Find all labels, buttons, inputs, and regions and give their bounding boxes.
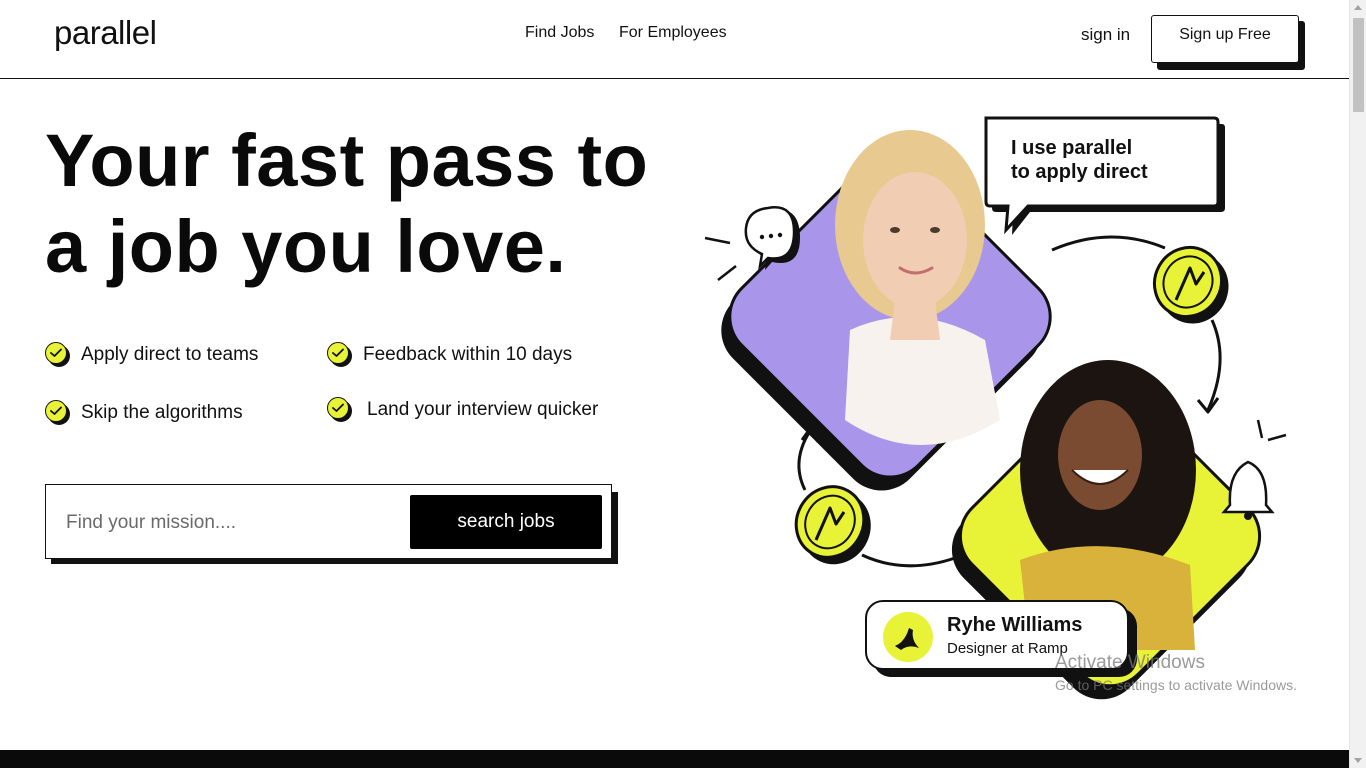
search-input[interactable]	[66, 510, 396, 536]
feature-label: Apply direct to teams	[81, 344, 259, 365]
check-icon	[327, 342, 353, 368]
feature-item: Feedback within 10 days	[327, 342, 572, 368]
search-box: search jobs	[45, 484, 612, 559]
job-search-form: search jobs	[45, 484, 619, 565]
check-icon	[45, 400, 71, 426]
cycle-arrow-icon	[1206, 319, 1222, 411]
scroll-up-arrow-icon[interactable]	[1354, 5, 1362, 10]
bell-icon	[1221, 419, 1287, 520]
page-scrollbar[interactable]	[1349, 0, 1366, 768]
hero-title-line-2: a job you love.	[45, 205, 567, 288]
feature-item: Skip the algorithms	[45, 400, 243, 426]
windows-activation-watermark: Activate Windows Go to PC settings to ac…	[1055, 652, 1297, 693]
arrow-head	[1196, 397, 1220, 414]
sign-up-button[interactable]: Sign up Free	[1151, 15, 1299, 63]
speech-bubble-line-1: I use parallel	[1011, 137, 1133, 159]
neck	[890, 300, 940, 340]
hero-title-line-1: Your fast pass to	[45, 119, 649, 202]
sign-in-link[interactable]: sign in	[1081, 25, 1130, 45]
check-icon	[327, 397, 353, 423]
feature-label: Land your interview quicker	[367, 399, 599, 420]
search-jobs-button[interactable]: search jobs	[410, 495, 602, 549]
profile-name: Ryhe Williams	[947, 614, 1083, 636]
feature-label: Feedback within 10 days	[363, 344, 573, 365]
scroll-thumb[interactable]	[1353, 18, 1364, 112]
speech-bubble-text: I use parallel to apply direct	[1011, 136, 1148, 184]
connector-line	[1051, 235, 1166, 252]
hero-title: Your fast pass to a job you love.	[45, 118, 685, 290]
watermark-subtitle: Go to PC settings to activate Windows.	[1055, 677, 1297, 693]
scroll-down-arrow-icon[interactable]	[1354, 758, 1362, 763]
sign-up-button-wrap[interactable]: Sign up Free	[1151, 15, 1305, 70]
speech-bubble-line-2: to apply direct	[1011, 161, 1148, 183]
feature-label: Skip the algorithms	[81, 402, 243, 423]
check-icon	[45, 342, 71, 368]
profile-role: Designer at Ramp	[947, 640, 1068, 657]
parallel-logo[interactable]: parallel	[54, 14, 157, 52]
footer-bar	[0, 750, 1349, 768]
nav-for-employees[interactable]: For Employees	[619, 24, 727, 42]
feature-item: Apply direct to teams	[45, 342, 258, 368]
watermark-title: Activate Windows	[1055, 652, 1205, 673]
coin-arrow-icon	[794, 485, 871, 565]
face	[1058, 400, 1142, 510]
site-header: parallel Find Jobs For Employees sign in…	[0, 0, 1349, 79]
face	[863, 172, 967, 308]
nav-find-jobs[interactable]: Find Jobs	[525, 24, 594, 42]
ramp-logo-icon	[883, 612, 933, 662]
coin-arrow-icon	[1152, 245, 1229, 324]
connector-line	[861, 553, 956, 568]
feature-item: Land your interview quicker	[327, 397, 598, 423]
